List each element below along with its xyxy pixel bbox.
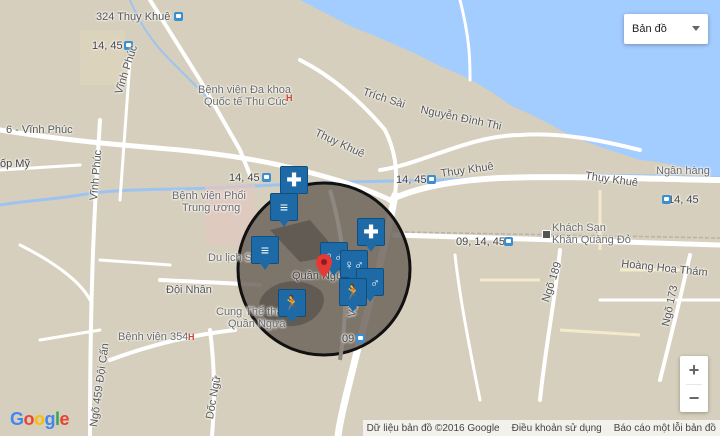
- poi-label: Bệnh viện Phổi: [172, 190, 246, 202]
- sport-marker-icon[interactable]: 🏃: [278, 289, 306, 323]
- hospital-marker-icon[interactable]: ✚: [280, 166, 308, 200]
- document-marker-icon[interactable]: ≡: [251, 236, 279, 270]
- sport-marker-icon[interactable]: 🏃: [339, 278, 367, 312]
- hospital-marker-icon[interactable]: ✚: [357, 218, 385, 252]
- google-logo-letter: G: [10, 409, 24, 429]
- google-logo-letter: e: [59, 409, 70, 429]
- bus-stop-icon: [174, 12, 183, 21]
- zoom-in-button[interactable]: +: [680, 356, 708, 384]
- google-logo-letter: o: [34, 409, 45, 429]
- road-label: 6 - Vĩnh Phúc: [6, 124, 73, 136]
- map-canvas[interactable]: 324 Thụy Khuê 14, 45 Vĩnh Phúc Bệnh viện…: [0, 0, 720, 436]
- poi-label: Ngân hàng: [656, 165, 710, 177]
- map-type-label: Bản đồ: [632, 23, 667, 35]
- map-type-dropdown[interactable]: Bản đồ: [624, 14, 708, 44]
- bus-stop-icon: [504, 237, 513, 246]
- map-footer: Dữ liệu bản đồ ©2016 Google Điều khoản s…: [362, 420, 720, 436]
- bus-stop-icon: [262, 173, 271, 182]
- bus-route-label: 09, 14, 45: [456, 236, 505, 248]
- bus-route-label: 09: [342, 333, 355, 345]
- bus-route-label: 14, 45: [668, 194, 699, 206]
- poi-label: Quần Ngựa: [228, 318, 286, 330]
- google-logo[interactable]: Google: [10, 409, 70, 430]
- road-label: 324 Thụy Khuê: [96, 11, 171, 23]
- road-label: Đội Nhân: [166, 284, 212, 296]
- poi-label: Bệnh viện Đa khoa: [198, 84, 291, 96]
- terms-link[interactable]: Điều khoản sử dụng: [512, 423, 602, 434]
- google-logo-letter: o: [23, 409, 35, 429]
- poi-label: Quốc tế Thu Cúc: [204, 96, 287, 108]
- poi-label: Bệnh viện 354: [118, 331, 189, 343]
- document-marker-icon[interactable]: ≡: [270, 193, 298, 227]
- poi-label: Khăn Quàng Đỏ: [552, 234, 631, 246]
- hospital-icon: H: [286, 93, 293, 103]
- bus-route-label: 14, 45: [396, 174, 427, 186]
- zoom-out-button[interactable]: −: [680, 384, 708, 412]
- google-logo-letter: g: [44, 409, 56, 429]
- hospital-icon: H: [188, 332, 195, 342]
- bus-stop-icon: [356, 334, 365, 343]
- place-label: ốp Mỹ: [0, 158, 30, 170]
- map-data-credit: Dữ liệu bản đồ ©2016 Google: [366, 422, 500, 434]
- zoom-control: + −: [680, 356, 708, 412]
- hotel-icon: [542, 230, 551, 239]
- poi-label: Trung ương: [182, 202, 241, 214]
- poi-label: Du lịch S: [208, 252, 253, 264]
- bus-route-label: 14, 45: [92, 40, 123, 52]
- bus-stop-icon: [662, 195, 671, 204]
- poi-label: Khách Sạn: [552, 222, 606, 234]
- bus-stop-icon: [427, 175, 436, 184]
- bus-route-label: 14, 45: [229, 172, 260, 184]
- location-pin-icon[interactable]: [316, 254, 332, 278]
- report-error-link[interactable]: Báo cáo một lỗi bản đồ: [614, 423, 716, 434]
- chevron-down-icon: [692, 26, 700, 31]
